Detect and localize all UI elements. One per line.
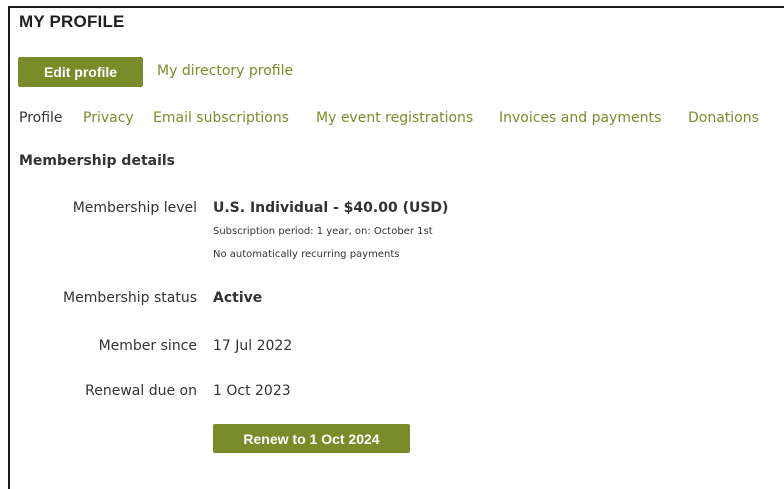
tab-profile[interactable]: Profile <box>19 110 63 126</box>
tab-donations[interactable]: Donations <box>688 110 759 126</box>
page-title: MY PROFILE <box>19 12 125 31</box>
tab-email-subscriptions[interactable]: Email subscriptions <box>153 110 289 126</box>
edit-profile-button[interactable]: Edit profile <box>18 57 143 87</box>
membership-level-label: Membership level <box>72 200 197 216</box>
renewal-due-label: Renewal due on <box>85 383 197 399</box>
membership-status-label: Membership status <box>63 290 197 306</box>
membership-details-heading: Membership details <box>19 153 176 169</box>
tab-privacy[interactable]: Privacy <box>83 110 134 126</box>
recurring-payments-note: No automatically recurring payments <box>213 249 400 260</box>
renew-button[interactable]: Renew to 1 Oct 2024 <box>213 424 410 453</box>
renewal-due-value: 1 Oct 2023 <box>213 383 291 399</box>
tab-my-event-registrations[interactable]: My event registrations <box>316 110 473 126</box>
subscription-period-note: Subscription period: 1 year, on: October… <box>213 226 433 237</box>
member-since-label: Member since <box>98 338 197 354</box>
my-directory-profile-link[interactable]: My directory profile <box>157 63 293 79</box>
membership-status-value: Active <box>213 290 263 306</box>
tab-invoices-and-payments[interactable]: Invoices and payments <box>499 110 661 126</box>
member-since-value: 17 Jul 2022 <box>213 338 293 354</box>
membership-level-value: U.S. Individual - $40.00 (USD) <box>213 200 449 216</box>
